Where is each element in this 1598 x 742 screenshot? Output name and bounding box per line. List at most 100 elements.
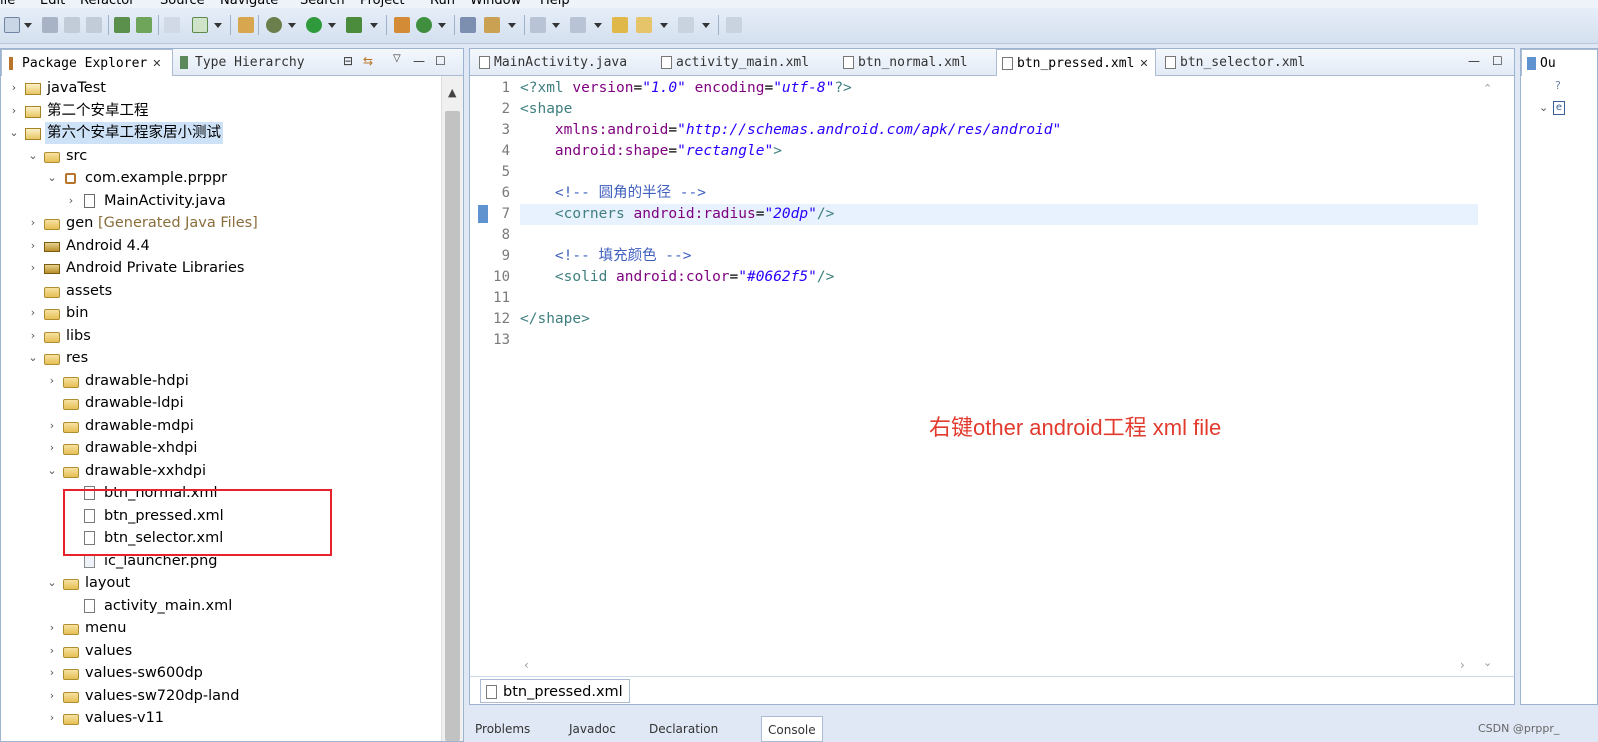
avd-manager-icon[interactable] (136, 17, 152, 33)
tree-item[interactable]: › Android Private Libraries (1, 257, 441, 279)
collapse-all-icon[interactable]: ⊟ (343, 54, 353, 68)
chevron-right-icon[interactable]: › (28, 257, 38, 279)
forward-icon[interactable] (678, 17, 694, 33)
minimize-icon[interactable]: — (1468, 54, 1480, 68)
chevron-down-icon[interactable] (214, 23, 222, 28)
tab-declaration[interactable]: Declaration (649, 716, 718, 742)
debug-icon[interactable] (266, 17, 282, 33)
new-java-class-icon[interactable] (416, 17, 432, 33)
maximize-icon[interactable]: ☐ (1492, 54, 1503, 68)
tab-package-explorer[interactable]: Package Explorer ✕ (1, 49, 173, 76)
tree-item[interactable]: › values-sw720dp-land (1, 685, 441, 707)
close-icon[interactable]: ✕ (152, 57, 161, 70)
tab-xml-source[interactable]: btn_pressed.xml (480, 679, 630, 703)
new-android-project-icon[interactable] (238, 17, 254, 33)
chevron-down-icon[interactable] (660, 23, 668, 28)
tab-btn-pressed-xml[interactable]: btn_pressed.xml ✕ (996, 49, 1156, 76)
chevron-down-icon[interactable]: ⌄ (28, 347, 38, 369)
chevron-right-icon[interactable]: › (47, 370, 57, 392)
tree-item[interactable]: › 第二个安卓工程 (1, 100, 441, 122)
scroll-right-icon[interactable]: › (1460, 658, 1465, 672)
tab-javadoc[interactable]: Javadoc (569, 716, 616, 742)
chevron-right-icon[interactable]: › (47, 662, 57, 684)
tree-item[interactable]: ⌄ src (1, 145, 441, 167)
menu-edit[interactable]: Edit (40, 0, 65, 8)
tab-type-hierarchy[interactable]: Type Hierarchy (175, 49, 335, 76)
tree-item[interactable]: › drawable-hdpi (1, 370, 441, 392)
tree-item[interactable]: ⌄ res (1, 347, 441, 369)
tree-item[interactable]: › libs (1, 325, 441, 347)
chevron-down-icon[interactable]: ⌄ (9, 122, 19, 144)
minimize-icon[interactable]: — (413, 54, 425, 68)
chevron-down-icon[interactable]: ⌄ (28, 145, 38, 167)
tree-item[interactable]: › gen [Generated Java Files] (1, 212, 441, 234)
chevron-down-icon[interactable] (328, 23, 336, 28)
chevron-right-icon[interactable]: › (28, 212, 38, 234)
tree-item[interactable]: btn_pressed.xml (1, 505, 441, 527)
menu-run[interactable]: Run (430, 0, 455, 8)
tree-item[interactable]: › Android 4.4 (1, 235, 441, 257)
tree-item[interactable]: › values (1, 640, 441, 662)
tab-activity-main-xml[interactable]: activity_main.xml (656, 49, 831, 76)
chevron-right-icon[interactable]: › (47, 437, 57, 459)
close-icon[interactable]: ✕ (1139, 57, 1148, 70)
external-tools-icon[interactable] (346, 17, 362, 33)
menu-refactor[interactable]: Refactor (80, 0, 135, 8)
menu-project[interactable]: Project (360, 0, 404, 8)
menu-file[interactable]: ile (0, 0, 15, 8)
tab-btn-selector-xml[interactable]: btn_selector.xml (1160, 49, 1320, 76)
open-type-icon[interactable] (460, 17, 476, 33)
tree-item[interactable]: btn_normal.xml (1, 482, 441, 504)
tree-scrollbar[interactable]: ▲ (441, 76, 463, 741)
tree-item[interactable]: › MainActivity.java (1, 190, 441, 212)
scroll-up-icon[interactable]: ▲ (448, 86, 456, 99)
chevron-down-icon[interactable] (438, 23, 446, 28)
tree-item[interactable]: ⌄ drawable-xxhdpi (1, 460, 441, 482)
chevron-down-icon[interactable] (24, 23, 32, 28)
scroll-left-icon[interactable]: ‹ (524, 658, 529, 672)
chevron-right-icon[interactable]: › (47, 640, 57, 662)
chevron-down-icon[interactable]: ⌄ (47, 572, 57, 594)
tree-item[interactable]: ⌄ layout (1, 572, 441, 594)
chevron-right-icon[interactable]: › (66, 190, 76, 212)
search-icon[interactable] (484, 17, 500, 33)
chevron-right-icon[interactable]: › (28, 235, 38, 257)
tree-item[interactable]: assets (1, 280, 441, 302)
chevron-down-icon[interactable]: ⌄ (1539, 101, 1548, 114)
tab-btn-normal-xml[interactable]: btn_normal.xml (838, 49, 990, 76)
chevron-right-icon[interactable]: › (28, 325, 38, 347)
tab-console[interactable]: Console (761, 716, 823, 742)
print-icon[interactable] (86, 17, 102, 33)
menu-help[interactable]: Help (540, 0, 570, 8)
save-icon[interactable] (42, 17, 58, 33)
tree-item[interactable]: ⌄ 第六个安卓工程家居小测试 (1, 122, 441, 144)
save-all-icon[interactable] (64, 17, 80, 33)
chevron-right-icon[interactable]: › (47, 707, 57, 729)
chevron-right-icon[interactable]: › (47, 415, 57, 437)
chevron-down-icon[interactable]: ⌄ (47, 167, 57, 189)
tree-item[interactable]: btn_selector.xml (1, 527, 441, 549)
tab-outline[interactable]: Ou (1521, 49, 1597, 76)
chevron-down-icon[interactable] (288, 23, 296, 28)
chevron-down-icon[interactable] (702, 23, 710, 28)
code-editor[interactable]: <?xml version="1.0" encoding="utf-8"?> <… (520, 76, 1478, 676)
scroll-down-icon[interactable]: ⌄ (1483, 656, 1492, 669)
lint-icon[interactable] (164, 17, 180, 33)
previous-annotation-icon[interactable] (570, 17, 586, 33)
tree-item[interactable]: › menu (1, 617, 441, 639)
chevron-right-icon[interactable]: › (9, 77, 19, 99)
link-with-editor-icon[interactable]: ⇆ (363, 54, 373, 68)
chevron-right-icon[interactable]: › (28, 302, 38, 324)
back-icon[interactable] (636, 17, 652, 33)
menu-source[interactable]: Source (160, 0, 205, 8)
new-icon[interactable] (4, 17, 20, 33)
tree-item[interactable]: › drawable-xhdpi (1, 437, 441, 459)
scrollbar-thumb[interactable] (445, 111, 460, 741)
tree-item[interactable]: › bin (1, 302, 441, 324)
tree-item[interactable]: ic_launcher.png (1, 550, 441, 572)
scroll-up-icon[interactable]: ⌃ (1483, 82, 1492, 95)
chevron-down-icon[interactable] (370, 23, 378, 28)
new-java-package-icon[interactable] (394, 17, 410, 33)
chevron-down-icon[interactable] (594, 23, 602, 28)
run-icon[interactable] (306, 17, 322, 33)
